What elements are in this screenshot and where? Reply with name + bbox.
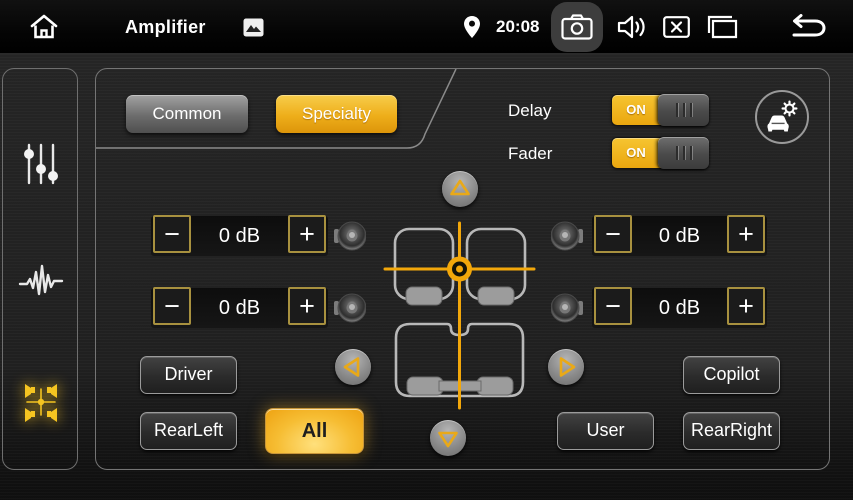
- volume-icon: [617, 14, 647, 40]
- fader-label: Fader: [508, 144, 598, 164]
- zone-all-button[interactable]: All: [265, 408, 364, 454]
- wallpaper-button[interactable]: [240, 0, 266, 54]
- sidebar-item-effects[interactable]: [3, 247, 79, 317]
- fader-toggle-state: ON: [612, 138, 660, 168]
- fader-toggle[interactable]: ON: [612, 138, 708, 168]
- recent-apps-button[interactable]: [702, 0, 742, 54]
- zone-user-button[interactable]: User: [557, 412, 654, 450]
- status-bar: Amplifier 20:08: [0, 0, 853, 54]
- image-icon: [243, 18, 264, 37]
- delay-toggle[interactable]: ON: [612, 95, 708, 125]
- zone-rearright-button[interactable]: RearRight: [683, 412, 780, 450]
- head-unit-screen: Amplifier 20:08: [0, 0, 853, 500]
- arrow-right-icon: [548, 349, 584, 385]
- car-gear-icon: [764, 100, 800, 134]
- arrow-up-icon: [442, 171, 478, 207]
- nudge-left-button[interactable]: [335, 349, 371, 385]
- gain-rear-right-plus-button[interactable]: +: [727, 287, 765, 325]
- close-box-icon: [663, 16, 690, 38]
- location-pin-icon: [464, 16, 480, 38]
- rear-right-speaker-icon: [551, 292, 583, 324]
- zone-driver-button[interactable]: Driver: [140, 356, 237, 394]
- car-settings-button[interactable]: [755, 90, 809, 144]
- delay-toggle-grip: [658, 94, 709, 126]
- camera-button[interactable]: [551, 2, 603, 52]
- speaker-balance-icon: [18, 379, 64, 425]
- gain-front-right-minus-button[interactable]: −: [594, 215, 632, 253]
- home-icon: [29, 13, 59, 41]
- gps-status: [460, 0, 484, 54]
- gain-front-left-minus-button[interactable]: −: [153, 215, 191, 253]
- seat-crosshair-diagram[interactable]: [381, 219, 541, 415]
- gain-front-right-plus-button[interactable]: +: [727, 215, 765, 253]
- page-title: Amplifier: [125, 0, 206, 54]
- delay-toggle-state: ON: [612, 95, 660, 125]
- sidebar: [2, 68, 78, 470]
- back-button[interactable]: [786, 0, 830, 54]
- rear-left-speaker-icon: [334, 292, 366, 324]
- nudge-up-button[interactable]: [442, 171, 478, 207]
- back-icon: [788, 14, 828, 40]
- volume-button[interactable]: [614, 0, 650, 54]
- sidebar-item-equalizer[interactable]: [3, 129, 79, 199]
- gain-rear-right-minus-button[interactable]: −: [594, 287, 632, 325]
- equalizer-sliders-icon: [21, 142, 61, 186]
- front-left-speaker-icon: [334, 220, 366, 252]
- amplifier-page: Common Specialty Delay ON Fader ON: [0, 54, 853, 500]
- nudge-down-button[interactable]: [430, 420, 466, 456]
- home-button[interactable]: [26, 0, 62, 54]
- front-right-speaker-icon: [551, 220, 583, 252]
- clock: 20:08: [496, 0, 539, 54]
- delay-label: Delay: [508, 101, 598, 121]
- sidebar-item-balance[interactable]: [3, 367, 79, 437]
- gain-rear-left-plus-button[interactable]: +: [288, 287, 326, 325]
- gain-front-left-plus-button[interactable]: +: [288, 215, 326, 253]
- zone-rearleft-button[interactable]: RearLeft: [140, 412, 237, 450]
- gain-rear-left-minus-button[interactable]: −: [153, 287, 191, 325]
- zone-copilot-button[interactable]: Copilot: [683, 356, 780, 394]
- arrow-left-icon: [335, 349, 371, 385]
- close-app-button[interactable]: [660, 0, 692, 54]
- tab-common[interactable]: Common: [126, 95, 248, 133]
- fader-toggle-grip: [658, 137, 709, 169]
- balance-panel: Common Specialty Delay ON Fader ON: [95, 68, 830, 470]
- camera-icon: [561, 14, 593, 40]
- waveform-icon: [18, 262, 64, 302]
- tab-specialty[interactable]: Specialty: [276, 95, 397, 133]
- recent-apps-icon: [705, 15, 739, 39]
- nudge-right-button[interactable]: [548, 349, 584, 385]
- arrow-down-icon: [430, 420, 466, 456]
